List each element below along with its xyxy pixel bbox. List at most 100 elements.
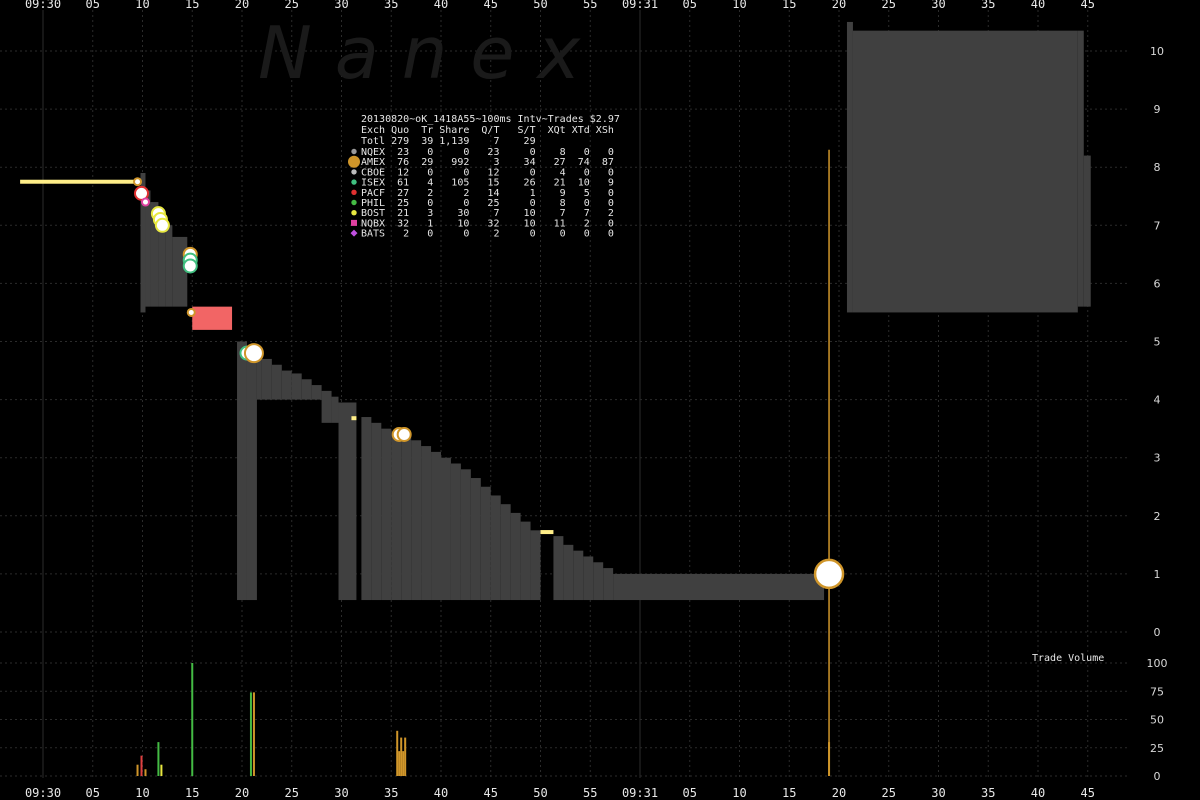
x-tick-label-top: 20 [832, 0, 846, 11]
spread-segment [172, 236, 188, 307]
x-tick-label-top: 09:30 [25, 0, 61, 11]
legend-symbol-bost [351, 210, 357, 216]
legend-symbol-phil [351, 199, 357, 206]
volume-bar [136, 764, 139, 776]
volume-axis-title: Trade Volume [1032, 653, 1104, 664]
spread-segment [613, 573, 825, 601]
spread-segment [441, 457, 451, 601]
x-tick-label-bottom: 20 [832, 786, 846, 800]
spread-segment [145, 190, 151, 307]
price-tick-label: 10 [1150, 45, 1164, 58]
spread-segment [311, 385, 322, 400]
trade-marker [154, 217, 170, 233]
spread-segment [530, 530, 541, 601]
stats-header: Exch Quo Tr Share Q/T S/T XQt XTd XSh [361, 125, 614, 136]
spread-segment [553, 536, 564, 601]
spread-segment [1077, 30, 1084, 307]
spread-segment [301, 379, 312, 400]
legend-row-bats: BATS 2 0 0 2 0 0 0 0 [361, 229, 614, 240]
spread-segment [361, 417, 372, 601]
x-tick-label-bottom: 25 [882, 786, 896, 800]
volume-tick-label: 25 [1150, 742, 1164, 755]
volume-bar [402, 751, 405, 776]
spread-segment [480, 486, 491, 601]
x-tick-label-top: 20 [235, 0, 249, 11]
nanex-trade-chart: N a n e x 09:30 09:30 05 05 10 10 15 15 20 20 25 25… [0, 0, 1200, 800]
spread-segment [281, 370, 292, 400]
spread-segment [500, 504, 511, 601]
volume-bar [396, 730, 399, 776]
spread-segment [331, 396, 339, 423]
exchange-stats-panel: 20130820~oK_1418A55~100ms Intv~Trades $2… [348, 114, 620, 240]
x-tick-label-bottom: 55 [583, 786, 597, 800]
chart-svg: N a n e x 09:3009:3005051010151520202525… [0, 0, 1168, 800]
price-tick-label: 3 [1154, 452, 1161, 465]
x-tick-label-bottom: 15 [185, 786, 199, 800]
trade-marker [182, 258, 198, 274]
legend-symbol-bats [350, 229, 358, 237]
spread-segment [846, 21, 853, 313]
spread-segment [460, 469, 471, 601]
x-tick-label-top: 45 [1081, 0, 1095, 11]
volume-tick-label: 50 [1150, 714, 1164, 727]
x-tick-label-top: 09:31 [622, 0, 658, 11]
spread-segment [421, 446, 432, 601]
x-tick-label-top: 45 [484, 0, 498, 11]
spread-segment [470, 478, 481, 601]
x-tick-label-top: 55 [583, 0, 597, 11]
x-tick-label-top: 35 [981, 0, 995, 11]
price-tick-label: 1 [1154, 568, 1161, 581]
spread-segment [1083, 155, 1091, 307]
spread-segment [338, 402, 357, 601]
spread-segment [583, 556, 594, 601]
x-tick-label-top: 25 [882, 0, 896, 11]
x-tick-label-top: 40 [434, 0, 448, 11]
spread-segment [271, 364, 282, 400]
trade-marker [186, 307, 196, 317]
x-tick-label-top: 30 [334, 0, 348, 11]
spread-segment [291, 373, 302, 400]
volume-bar [252, 692, 255, 776]
legend-symbol-isex [351, 179, 357, 185]
spread-segment [391, 431, 402, 601]
volume-bar [828, 742, 831, 776]
quote-segment [20, 179, 139, 184]
volume-tick-label: 75 [1150, 685, 1164, 698]
volume-bar [144, 769, 147, 776]
spread-segment [573, 550, 584, 601]
price-tick-label: 0 [1154, 626, 1161, 639]
price-tick-label: 2 [1154, 510, 1161, 523]
price-tick-label: 5 [1154, 336, 1161, 349]
price-tick-label: 8 [1154, 161, 1161, 174]
x-tick-label-bottom: 35 [384, 786, 398, 800]
spread-segment [852, 30, 1078, 313]
spread-segment [431, 451, 441, 601]
volume-tick-label: 100 [1147, 657, 1168, 670]
x-tick-label-top: 10 [732, 0, 746, 11]
x-tick-label-bottom: 50 [533, 786, 547, 800]
x-tick-label-bottom: 05 [683, 786, 697, 800]
x-tick-label-bottom: 30 [931, 786, 945, 800]
spread-segment [261, 358, 272, 400]
x-tick-label-bottom: 10 [732, 786, 746, 800]
trade-marker [813, 558, 845, 590]
spread-segment [563, 544, 574, 601]
x-tick-label-top: 05 [86, 0, 100, 11]
spread-segment [321, 390, 332, 423]
x-tick-label-bottom: 45 [484, 786, 498, 800]
spread-segment [246, 350, 257, 601]
spread-segment [411, 440, 422, 601]
legend-symbol-nqex [351, 148, 357, 155]
price-tick-label: 6 [1154, 277, 1161, 290]
spread-segment [603, 568, 614, 601]
nbbo-highlight-segment [192, 306, 233, 330]
legend-symbol-pacf [351, 189, 357, 195]
x-tick-label-bottom: 05 [86, 786, 100, 800]
x-tick-label-top: 35 [384, 0, 398, 11]
x-tick-label-top: 25 [285, 0, 299, 11]
spread-segment [401, 434, 412, 601]
trade-marker [140, 197, 150, 207]
x-tick-label-top: 10 [135, 0, 149, 11]
price-tick-label: 9 [1154, 103, 1161, 116]
x-tick-label-bottom: 10 [135, 786, 149, 800]
